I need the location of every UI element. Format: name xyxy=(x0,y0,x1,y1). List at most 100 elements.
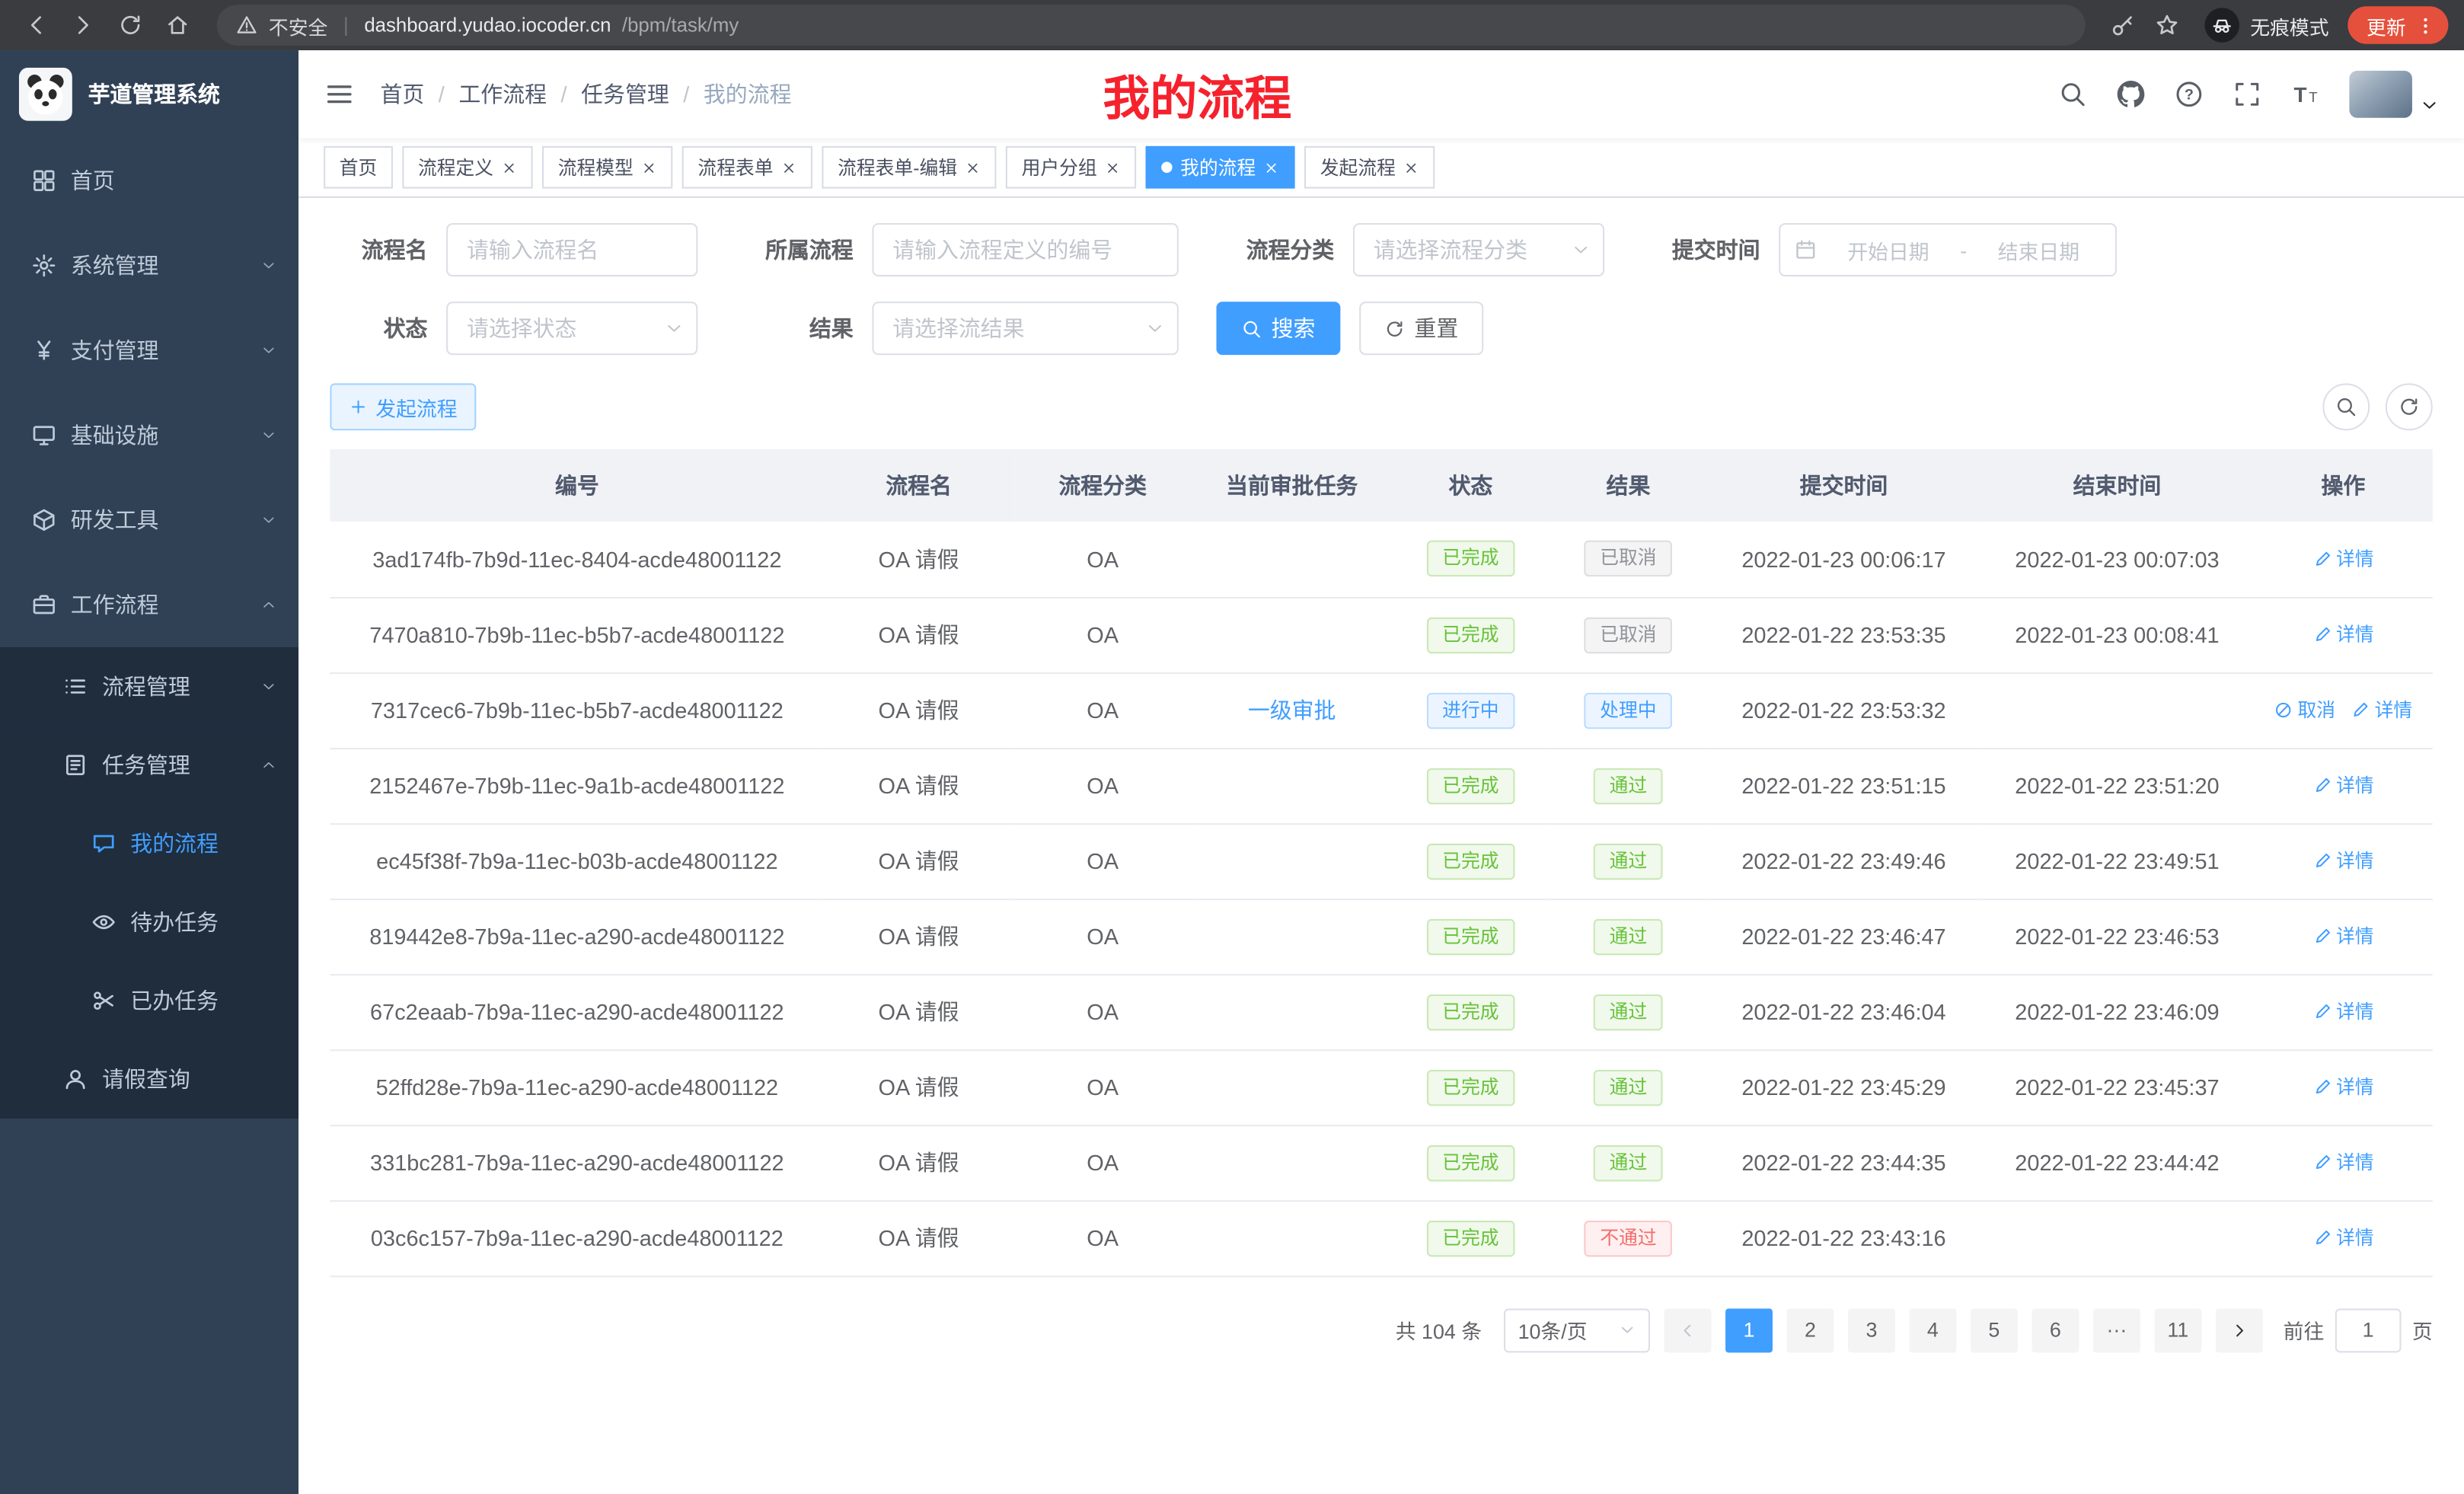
detail-link[interactable]: 详情 xyxy=(2312,621,2374,647)
header-search-icon[interactable] xyxy=(2059,80,2087,108)
tab-close-icon[interactable] xyxy=(501,159,517,175)
tab-my-process[interactable]: 我的流程 xyxy=(1146,146,1295,189)
sidebar-item-payment[interactable]: 支付管理 xyxy=(0,308,298,392)
sidebar-item-todo-tasks[interactable]: 待办任务 xyxy=(0,883,298,961)
process-def-input[interactable] xyxy=(872,223,1178,276)
detail-link[interactable]: 详情 xyxy=(2312,1224,2374,1251)
help-icon[interactable]: ? xyxy=(2175,80,2203,108)
update-button[interactable]: 更新 xyxy=(2348,6,2448,44)
goto-page-input[interactable] xyxy=(2335,1308,2402,1352)
breadcrumb-item[interactable]: 工作流程 xyxy=(458,78,547,110)
detail-link[interactable]: 详情 xyxy=(2312,1074,2374,1100)
cancel-link[interactable]: 取消 xyxy=(2274,696,2336,723)
hamburger-icon[interactable] xyxy=(324,78,355,110)
cell-category: OA xyxy=(1013,899,1192,974)
page-button[interactable]: 11 xyxy=(2154,1308,2201,1352)
app-title: 芋道管理系统 xyxy=(88,78,220,110)
tab-close-icon[interactable] xyxy=(1263,159,1279,175)
tab-start-process[interactable]: 发起流程 xyxy=(1304,146,1435,189)
current-task-link[interactable]: 一级审批 xyxy=(1248,698,1336,723)
search-button[interactable]: 搜索 xyxy=(1216,302,1340,355)
sidebar-item-home[interactable]: 首页 xyxy=(0,139,298,223)
next-page-button[interactable] xyxy=(2216,1308,2263,1352)
eye-icon xyxy=(91,910,116,935)
tab-user-group[interactable]: 用户分组 xyxy=(1006,146,1136,189)
tab-close-icon[interactable] xyxy=(781,159,797,175)
github-icon[interactable] xyxy=(2117,80,2145,108)
page-button[interactable]: 3 xyxy=(1848,1308,1895,1352)
detail-link[interactable]: 详情 xyxy=(2312,923,2374,950)
page-size-select[interactable]: 10条/页 xyxy=(1504,1308,1650,1352)
category-select[interactable] xyxy=(1353,223,1604,276)
password-key-button[interactable] xyxy=(2104,6,2142,44)
page-button[interactable]: 1 xyxy=(1725,1308,1773,1352)
submit-time-range-picker[interactable]: 开始日期 - 结束日期 xyxy=(1779,223,2117,276)
breadcrumb-item[interactable]: 任务管理 xyxy=(581,78,669,110)
detail-link[interactable]: 详情 xyxy=(2312,998,2374,1025)
sidebar-item-label: 研发工具 xyxy=(71,504,159,535)
process-name-input[interactable] xyxy=(446,223,697,276)
task-icon xyxy=(63,752,88,777)
cell-category: OA xyxy=(1013,597,1192,672)
incognito-badge: 无痕模式 xyxy=(2204,8,2328,42)
cell-submit-time: 2022-01-22 23:45:29 xyxy=(1707,1049,1980,1125)
tab-close-icon[interactable] xyxy=(1105,159,1121,175)
detail-link[interactable]: 详情 xyxy=(2312,545,2374,572)
tab-process-form-edit[interactable]: 流程表单-编辑 xyxy=(822,146,996,189)
sidebar-item-leave-query[interactable]: 请假查询 xyxy=(0,1040,298,1119)
page-button[interactable]: 2 xyxy=(1786,1308,1834,1352)
svg-text:T: T xyxy=(2294,83,2307,107)
kebab-menu-icon[interactable] xyxy=(2415,15,2436,36)
detail-link[interactable]: 详情 xyxy=(2312,771,2374,798)
browser-back-button[interactable] xyxy=(16,5,57,46)
font-size-icon[interactable]: TT xyxy=(2291,80,2319,108)
app-logo[interactable]: 芋道管理系统 xyxy=(0,50,298,139)
action-label: 详情 xyxy=(2336,1149,2374,1176)
browser-home-button[interactable] xyxy=(157,5,198,46)
reset-button[interactable]: 重置 xyxy=(1359,302,1483,355)
tab-process-definition[interactable]: 流程定义 xyxy=(402,146,532,189)
sidebar-item-label: 待办任务 xyxy=(130,906,219,937)
browser-forward-button[interactable] xyxy=(63,5,104,46)
result-select[interactable] xyxy=(872,302,1178,355)
detail-link[interactable]: 详情 xyxy=(2351,696,2413,723)
breadcrumb-item[interactable]: 首页 xyxy=(380,78,424,110)
tab-home[interactable]: 首页 xyxy=(324,146,393,189)
main-area: 首页/工作流程/任务管理/我的流程 ? TT 我的流程 首页流程定义流程模型流程… xyxy=(298,50,2464,1494)
sidebar-item-dev-tools[interactable]: 研发工具 xyxy=(0,477,298,562)
detail-link[interactable]: 详情 xyxy=(2312,1149,2374,1176)
tab-close-icon[interactable] xyxy=(1403,159,1419,175)
page-ellipsis[interactable]: ··· xyxy=(2093,1308,2140,1352)
address-bar[interactable]: 不安全 | dashboard.yudao.iocoder.cn/bpm/tas… xyxy=(217,5,2086,46)
result-tag: 已取消 xyxy=(1585,541,1673,576)
page-button[interactable]: 4 xyxy=(1909,1308,1956,1352)
result-tag: 通过 xyxy=(1594,1144,1663,1180)
chevron-down-icon xyxy=(261,257,277,273)
tab-close-icon[interactable] xyxy=(965,159,981,175)
tab-close-icon[interactable] xyxy=(641,159,657,175)
status-select[interactable] xyxy=(446,302,697,355)
sidebar-item-process-management[interactable]: 流程管理 xyxy=(0,647,298,726)
refresh-table-button[interactable] xyxy=(2386,383,2433,430)
sidebar-item-done-tasks[interactable]: 已办任务 xyxy=(0,962,298,1040)
result-tag: 通过 xyxy=(1594,843,1663,879)
prev-page-button[interactable] xyxy=(1664,1308,1711,1352)
bookmark-star-button[interactable] xyxy=(2148,6,2186,44)
sidebar-item-infrastructure[interactable]: 基础设施 xyxy=(0,393,298,477)
app-frame: 芋道管理系统 首页系统管理支付管理基础设施研发工具工作流程流程管理任务管理我的流… xyxy=(0,50,2464,1494)
page-button[interactable]: 6 xyxy=(2032,1308,2079,1352)
sidebar-item-task-management[interactable]: 任务管理 xyxy=(0,726,298,804)
tab-process-model[interactable]: 流程模型 xyxy=(542,146,672,189)
logo-image xyxy=(19,68,72,121)
sidebar-item-my-process[interactable]: 我的流程 xyxy=(0,804,298,883)
create-process-button[interactable]: 发起流程 xyxy=(330,383,476,430)
toggle-search-button[interactable] xyxy=(2322,383,2370,430)
page-button[interactable]: 5 xyxy=(1971,1308,2018,1352)
sidebar-item-system[interactable]: 系统管理 xyxy=(0,223,298,308)
browser-refresh-button[interactable] xyxy=(110,5,151,46)
detail-link[interactable]: 详情 xyxy=(2312,848,2374,874)
fullscreen-icon[interactable] xyxy=(2233,80,2261,108)
tab-process-form[interactable]: 流程表单 xyxy=(682,146,812,189)
sidebar-item-workflow[interactable]: 工作流程 xyxy=(0,563,298,647)
user-avatar[interactable] xyxy=(2349,71,2439,118)
